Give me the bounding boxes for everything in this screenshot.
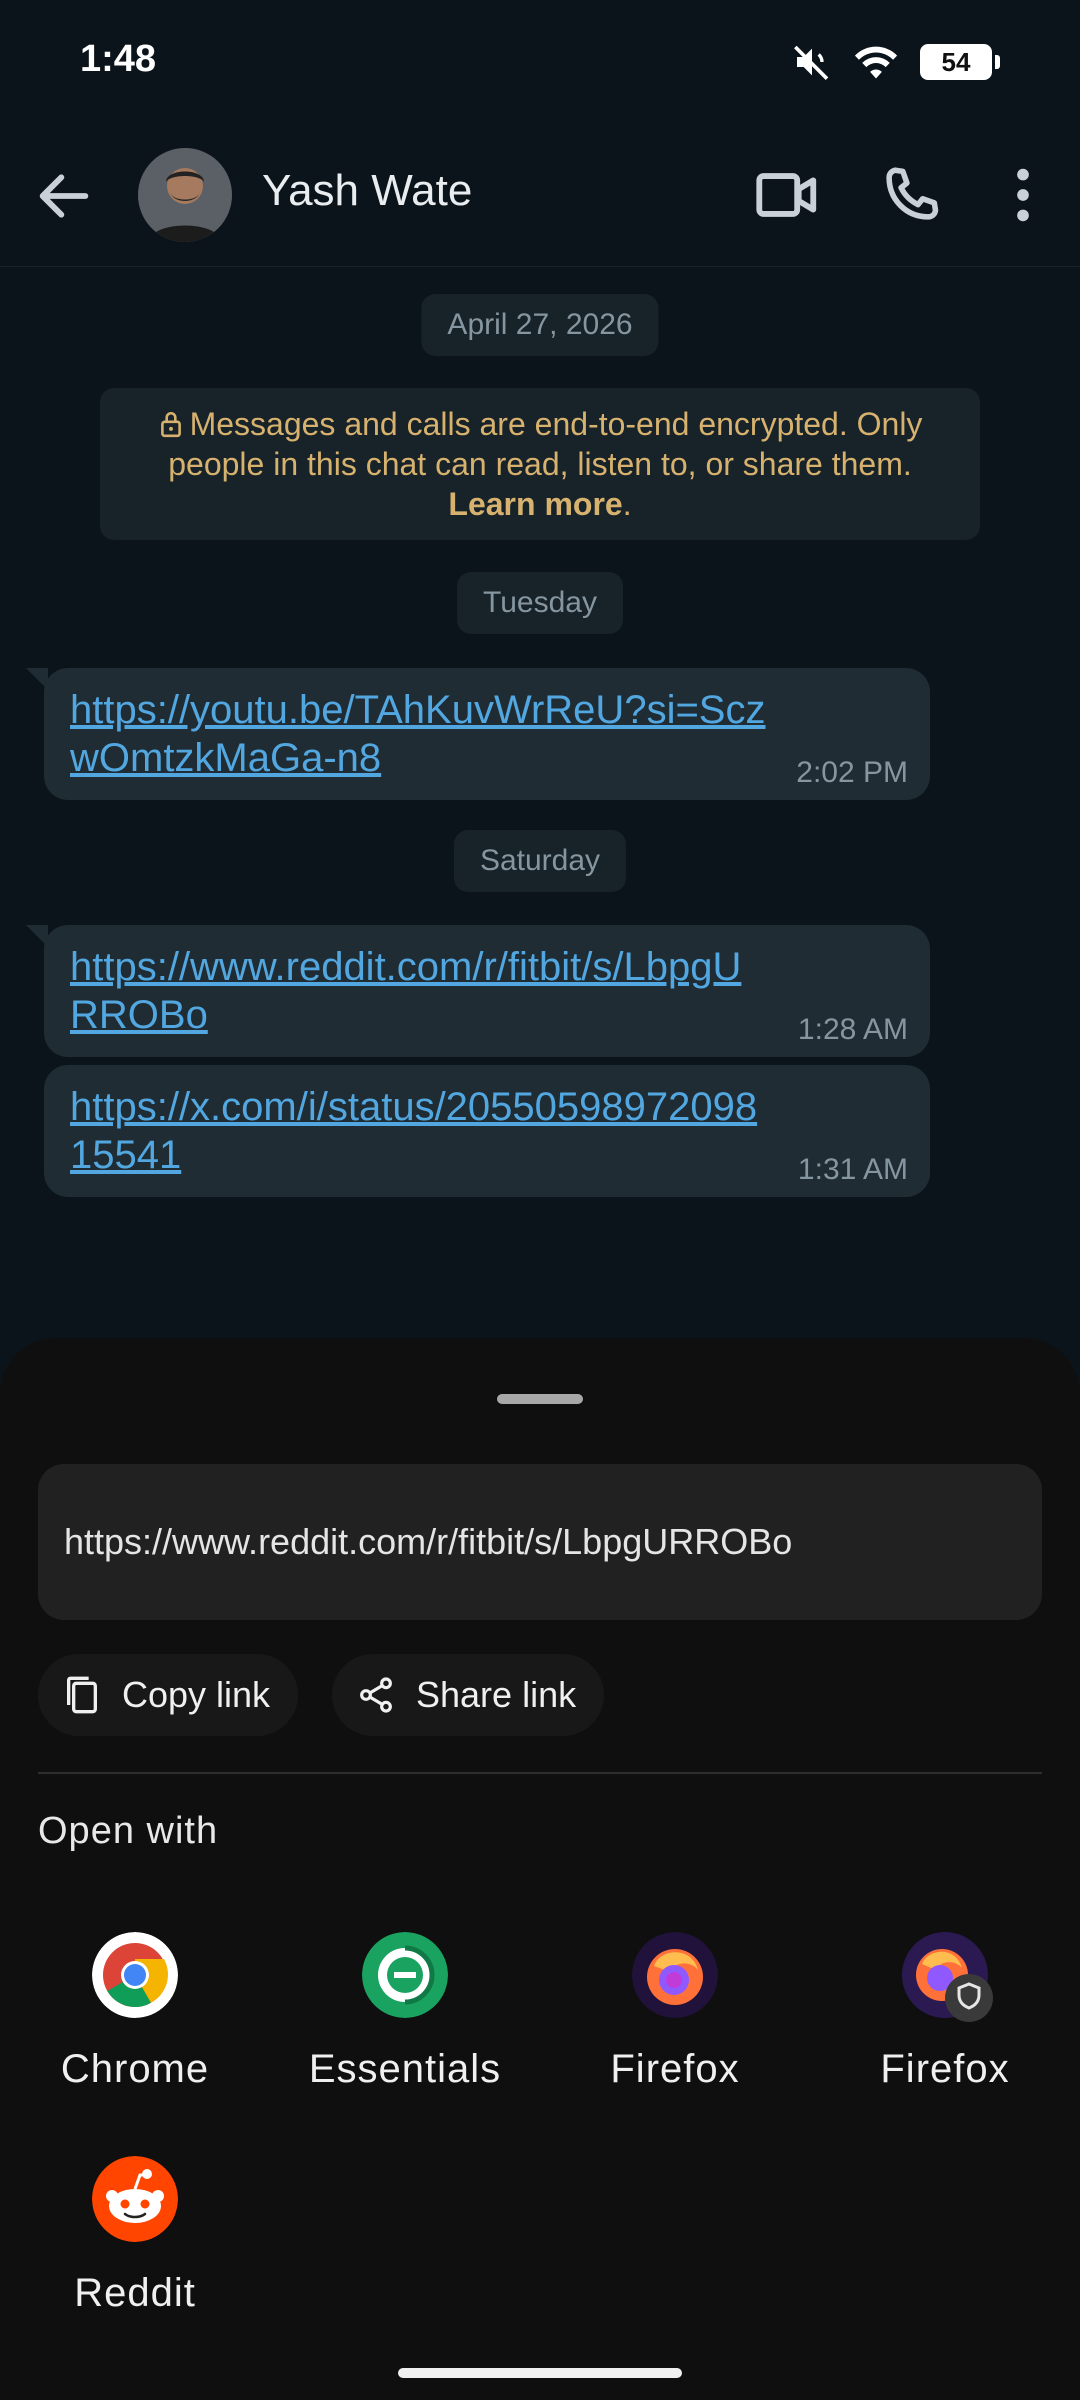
status-bar: 1:48 54 bbox=[0, 0, 1080, 120]
contact-name[interactable]: Yash Wate bbox=[262, 166, 472, 216]
message-time: 2:02 PM bbox=[796, 756, 908, 789]
chat-area: April 27, 2026 Messages and calls are en… bbox=[0, 268, 1080, 1338]
copy-link-label: Copy link bbox=[122, 1674, 271, 1715]
reddit-icon bbox=[92, 2156, 178, 2242]
mute-icon bbox=[794, 45, 829, 80]
app-option-reddit[interactable]: Reddit bbox=[25, 2156, 245, 2316]
message-bubble[interactable]: https://youtu.be/TAhKuvWrReU?si=SczwOmtz… bbox=[26, 668, 930, 800]
back-arrow-icon[interactable] bbox=[32, 164, 96, 228]
share-icon bbox=[360, 1677, 392, 1713]
message-bubble[interactable]: https://x.com/i/status/20550598972098155… bbox=[44, 1065, 930, 1197]
status-time: 1:48 bbox=[80, 38, 157, 80]
avatar-image bbox=[138, 148, 232, 242]
chrome-icon bbox=[92, 1932, 178, 2018]
wifi-icon bbox=[854, 46, 898, 79]
battery-level: 54 bbox=[941, 46, 971, 77]
status-icons: 54 bbox=[792, 40, 1000, 84]
gesture-nav-bar[interactable] bbox=[398, 2368, 682, 2378]
message-time: 1:31 AM bbox=[797, 1153, 908, 1186]
share-link-button[interactable]: Share link bbox=[332, 1654, 605, 1736]
link-url-field[interactable]: https://www.reddit.com/r/fitbit/s/LbpgUR… bbox=[38, 1464, 1042, 1620]
app-label: Firefox bbox=[880, 2047, 1010, 2091]
copy-icon bbox=[67, 1676, 97, 1714]
chat-header: Yash Wate bbox=[0, 130, 1080, 260]
open-with-heading: Open with bbox=[38, 1810, 219, 1852]
header-divider bbox=[0, 266, 1080, 267]
copy-link-button[interactable]: Copy link bbox=[38, 1654, 299, 1736]
sheet-drag-handle[interactable] bbox=[497, 1394, 583, 1404]
app-option-essentials[interactable]: Essentials bbox=[295, 1932, 515, 2092]
learn-more-link[interactable]: Learn more bbox=[448, 486, 622, 522]
message-link[interactable]: https://www.reddit.com/r/fitbit/s/LbpgUR… bbox=[70, 943, 770, 1039]
app-label: Reddit bbox=[74, 2271, 196, 2315]
encryption-period: . bbox=[622, 486, 632, 522]
sheet-divider bbox=[38, 1772, 1042, 1774]
app-option-chrome[interactable]: Chrome bbox=[25, 1932, 245, 2092]
phone-call-icon[interactable] bbox=[876, 160, 946, 230]
app-label: Essentials bbox=[308, 2047, 502, 2091]
lock-icon bbox=[160, 411, 181, 438]
share-link-label: Share link bbox=[416, 1674, 577, 1715]
app-option-firefox[interactable]: Firefox bbox=[565, 1932, 785, 2092]
video-call-icon[interactable] bbox=[752, 160, 822, 230]
firefox-icon bbox=[632, 1932, 718, 2018]
app-option-firefox-focus[interactable]: Firefox bbox=[835, 1932, 1055, 2092]
encryption-text: Messages and calls are end-to-end encryp… bbox=[168, 406, 923, 482]
message-time: 1:28 AM bbox=[797, 1013, 908, 1046]
more-options-icon[interactable] bbox=[988, 160, 1058, 230]
day-divider-tuesday: Tuesday bbox=[457, 572, 623, 634]
encryption-notice[interactable]: Messages and calls are end-to-end encryp… bbox=[100, 388, 980, 540]
date-divider: April 27, 2026 bbox=[421, 294, 659, 356]
message-bubble[interactable]: https://www.reddit.com/r/fitbit/s/LbpgUR… bbox=[26, 925, 930, 1057]
link-options-sheet: https://www.reddit.com/r/fitbit/s/LbpgUR… bbox=[0, 1338, 1080, 2400]
firefox-focus-icon bbox=[902, 1932, 993, 2022]
app-label: Firefox bbox=[610, 2047, 740, 2091]
message-link[interactable]: https://youtu.be/TAhKuvWrReU?si=SczwOmtz… bbox=[70, 686, 770, 782]
message-link[interactable]: https://x.com/i/status/20550598972098155… bbox=[70, 1083, 770, 1179]
avatar[interactable] bbox=[138, 148, 232, 242]
essentials-icon bbox=[362, 1932, 448, 2018]
day-divider-saturday: Saturday bbox=[453, 830, 627, 892]
battery-indicator: 54 bbox=[920, 44, 1000, 80]
app-label: Chrome bbox=[60, 2047, 210, 2091]
